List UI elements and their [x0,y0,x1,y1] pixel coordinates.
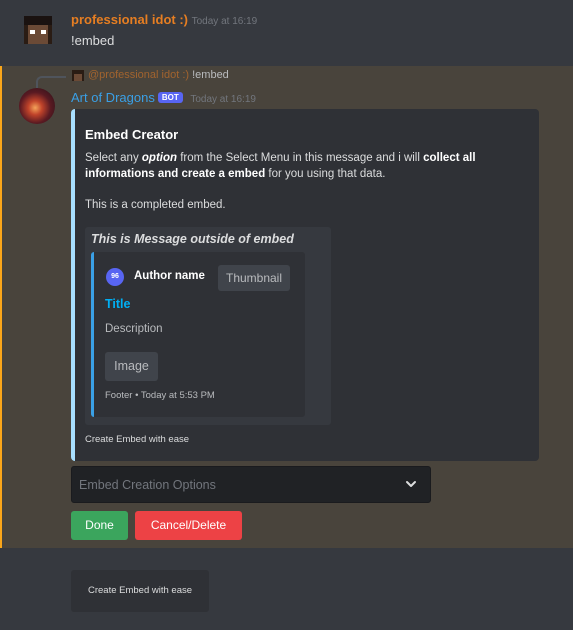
message-author[interactable]: Art of Dragons BOT Today at 16:19 [71,90,256,105]
chevron-down-icon[interactable] [404,477,418,491]
sample-description: Description [105,323,163,335]
sample-footer: Footer • Today at 5:53 PM [105,390,215,401]
desc-text: from the Select Menu in this message and… [177,152,424,164]
sample-thumbnail: Thumbnail [218,265,290,291]
message-timestamp: Today at 16:19 [191,16,258,27]
author-icon: 96 [106,268,124,286]
desc-text: Select any [85,152,142,164]
reply-content: !embed [192,69,229,81]
user-avatar[interactable] [24,16,52,44]
embed-description: Select any option from the Select Menu i… [85,150,525,182]
sample-title: Title [105,297,131,311]
desc-option: option [141,152,178,164]
bot-avatar[interactable] [19,88,55,124]
reply-author[interactable]: @professional idot :) [88,69,189,81]
reply-avatar[interactable] [72,70,84,81]
reply-connector [36,76,66,88]
reply-preview[interactable]: @professional idot :) !embed [88,69,229,81]
done-button[interactable]: Done [71,511,128,540]
embed-footer: Create Embed with ease [85,434,190,445]
embed-completed-text: This is a completed embed. [85,199,226,211]
message-timestamp: Today at 16:19 [190,94,256,105]
message-author[interactable]: professional idot :) Today at 16:19 [71,12,257,27]
bot-badge: BOT [157,92,183,103]
message-content: !embed [71,33,115,48]
sample-outside-text: This is Message outside of embed [91,232,294,246]
cancel-delete-button[interactable]: Cancel/Delete [135,511,242,540]
sample-image: Image [105,352,158,381]
author-name[interactable]: professional idot :) [71,12,188,27]
desc-text: for you using that data. [265,168,386,180]
create-embed-box[interactable]: Create Embed with ease [71,570,209,612]
sample-author-name: Author name [134,270,205,282]
author-name[interactable]: Art of Dragons [71,90,155,105]
select-placeholder: Embed Creation Options [79,478,216,492]
embed-title: Embed Creator [85,127,179,142]
